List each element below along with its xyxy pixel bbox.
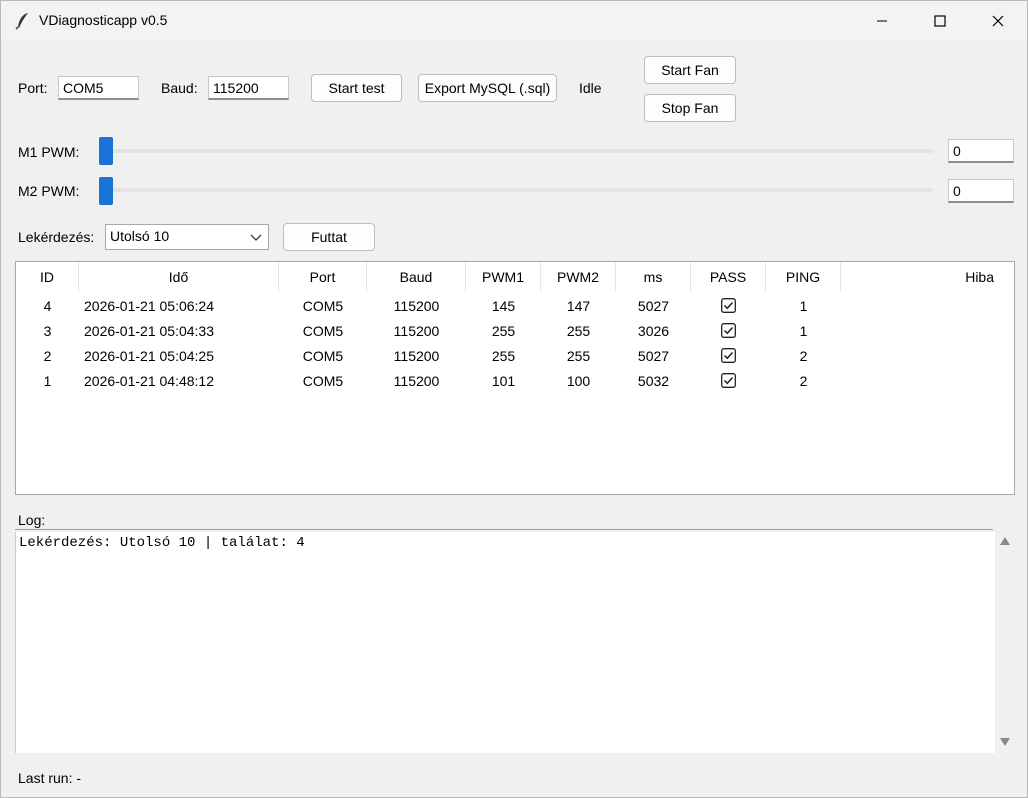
cell-port: COM5 [302,347,344,364]
col-header-baud[interactable]: Baud [367,262,466,292]
query-label: Lekérdezés: [18,229,95,245]
col-header-id[interactable]: ID [16,262,79,292]
cell-ms: 5027 [637,297,670,314]
app-window: VDiagnosticapp v0.5 Port: Baud: Start te… [0,0,1028,798]
log-scrollbar[interactable] [995,532,1015,753]
cell-ms: 3026 [637,322,670,339]
cell-ms: 5027 [637,347,670,364]
cell-ping: 1 [799,322,808,339]
cell-time: 2026-01-21 04:48:12 [84,372,214,389]
port-label: Port: [18,80,48,96]
col-header-pass[interactable]: PASS [691,262,766,292]
cell-hiba [841,368,1014,393]
cell-baud: 115200 [393,372,440,389]
cell-ping: 2 [799,372,808,389]
minimize-button[interactable] [853,1,911,41]
cell-baud: 115200 [393,347,440,364]
checkbox-checked-icon [721,323,736,338]
baud-input[interactable] [208,76,289,100]
maximize-icon [934,15,946,27]
results-table[interactable]: ID Idő Port Baud PWM1 PWM2 ms PASS PING … [15,261,1015,495]
cell-port: COM5 [302,372,344,389]
col-header-ms[interactable]: ms [616,262,691,292]
port-input[interactable] [58,76,139,100]
m2-pwm-label: M2 PWM: [18,183,80,199]
scroll-up-icon[interactable] [999,536,1011,546]
cell-pass [691,293,766,318]
cell-time: 2026-01-21 05:06:24 [84,297,214,314]
last-run-status: Last run: - [18,770,82,786]
cell-ping: 1 [799,297,808,314]
query-select[interactable]: Utolsó 10 [105,224,269,250]
col-header-time[interactable]: Idő [79,262,279,292]
cell-hiba [841,318,1014,343]
start-fan-button[interactable]: Start Fan [644,56,736,84]
cell-pwm1: 255 [491,322,516,339]
cell-ping: 2 [799,347,808,364]
log-label: Log: [18,512,46,528]
cell-id: 3 [43,322,52,339]
col-header-pwm2[interactable]: PWM2 [541,262,616,292]
table-header: ID Idő Port Baud PWM1 PWM2 ms PASS PING … [16,262,1014,292]
cell-port: COM5 [302,297,344,314]
m1-pwm-label: M1 PWM: [18,144,80,160]
checkbox-checked-icon [721,298,736,313]
m2-pwm-slider-track[interactable] [99,188,933,192]
table-row[interactable]: 2 2026-01-21 05:04:25 COM5 115200 255 25… [16,343,1014,368]
cell-id: 1 [43,372,52,389]
start-test-button[interactable]: Start test [311,74,402,102]
cell-baud: 115200 [393,297,440,314]
cell-id: 2 [43,347,52,364]
checkbox-checked-icon [721,373,736,388]
stop-fan-button[interactable]: Stop Fan [644,94,736,122]
cell-ms: 5032 [637,372,670,389]
cell-hiba [841,293,1014,318]
window-title: VDiagnosticapp v0.5 [39,12,168,28]
cell-id: 4 [43,297,52,314]
cell-hiba [841,343,1014,368]
chevron-down-icon [250,234,262,241]
query-select-value: Utolsó 10 [110,228,170,244]
col-header-pwm1[interactable]: PWM1 [466,262,541,292]
minimize-icon [877,20,887,22]
cell-pass [691,343,766,368]
cell-pwm2: 255 [566,347,591,364]
cell-baud: 115200 [393,322,440,339]
close-button[interactable] [969,1,1027,41]
cell-pass [691,368,766,393]
close-icon [992,15,1004,27]
table-row[interactable]: 1 2026-01-21 04:48:12 COM5 115200 101 10… [16,368,1014,393]
maximize-button[interactable] [911,1,969,41]
cell-pwm1: 145 [491,297,516,314]
status-text: Idle [579,80,602,96]
m1-pwm-slider-track[interactable] [99,149,933,153]
log-textarea[interactable]: Lekérdezés: Utolsó 10 | találat: 4 [15,532,995,753]
run-query-button[interactable]: Futtat [283,223,375,251]
baud-label: Baud: [161,80,198,96]
cell-port: COM5 [302,322,344,339]
cell-pwm2: 100 [566,372,591,389]
col-header-port[interactable]: Port [279,262,367,292]
col-header-hiba[interactable]: Hiba [841,262,1014,292]
export-mysql-button[interactable]: Export MySQL (.sql) [418,74,557,102]
table-row[interactable]: 3 2026-01-21 05:04:33 COM5 115200 255 25… [16,318,1014,343]
table-row[interactable]: 4 2026-01-21 05:06:24 COM5 115200 145 14… [16,293,1014,318]
cell-pwm2: 255 [566,322,591,339]
m2-pwm-value-input[interactable] [948,179,1014,203]
m1-pwm-value-input[interactable] [948,139,1014,163]
cell-pwm1: 255 [491,347,516,364]
cell-pwm2: 147 [566,297,591,314]
title-bar[interactable]: VDiagnosticapp v0.5 [1,1,1027,41]
feather-icon [15,13,28,30]
cell-pwm1: 101 [491,372,516,389]
m1-pwm-slider-thumb[interactable] [99,137,113,165]
col-header-ping[interactable]: PING [766,262,841,292]
log-separator [15,529,993,530]
cell-pass [691,318,766,343]
scroll-down-icon[interactable] [999,737,1011,747]
m2-pwm-slider-thumb[interactable] [99,177,113,205]
cell-time: 2026-01-21 05:04:25 [84,347,214,364]
checkbox-checked-icon [721,348,736,363]
cell-time: 2026-01-21 05:04:33 [84,322,214,339]
